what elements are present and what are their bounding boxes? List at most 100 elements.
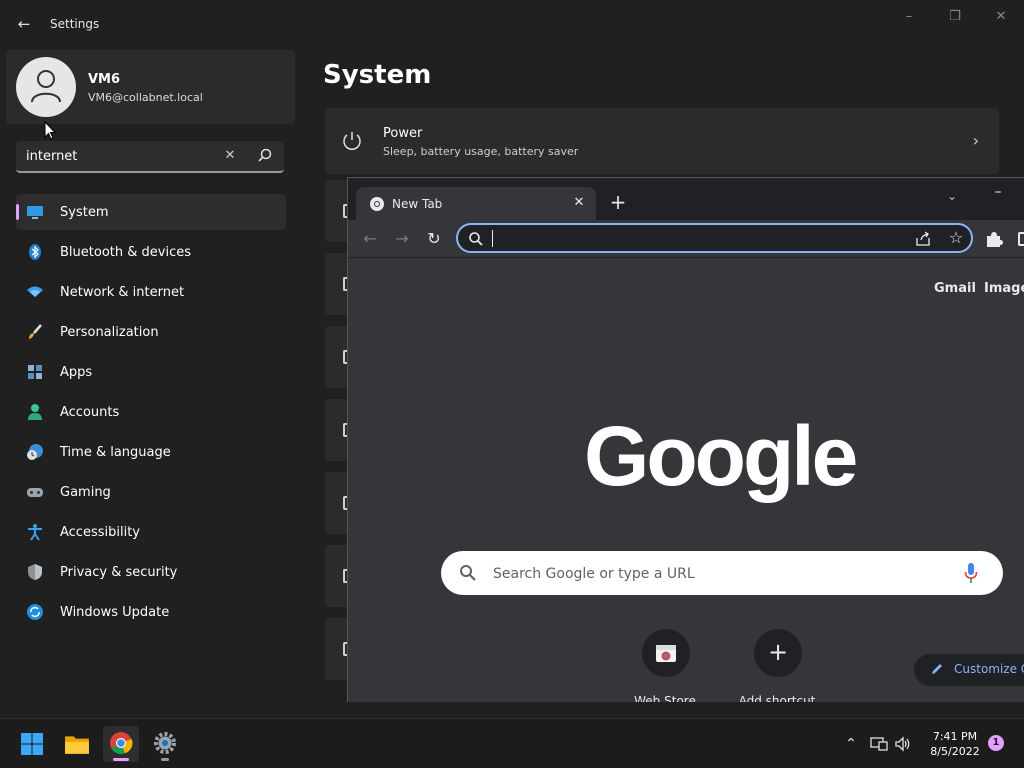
apps-icon <box>28 365 42 379</box>
running-indicator <box>113 758 129 761</box>
settings-search-input[interactable]: internet ✕ <box>16 141 284 173</box>
nav-item-system[interactable]: System <box>16 194 286 230</box>
chrome-taskbar-button[interactable] <box>103 726 139 762</box>
side-panel-icon[interactable] <box>1018 232 1024 246</box>
nav-item-windows-update[interactable]: Windows Update <box>16 594 286 630</box>
running-indicator <box>161 758 169 761</box>
bookmark-star-icon[interactable]: ☆ <box>946 228 966 248</box>
new-tab-plus-icon[interactable]: + <box>606 191 630 215</box>
nav-item-personalization[interactable]: Personalization <box>16 314 286 350</box>
plus-icon: + <box>767 638 789 666</box>
minimize-icon[interactable]: – <box>986 182 1010 202</box>
reload-icon[interactable]: ↻ <box>422 227 446 251</box>
nav-item-time-language[interactable]: Time & language <box>16 434 286 470</box>
app-title: Settings <box>50 17 100 31</box>
nav-label: Apps <box>60 365 93 380</box>
file-explorer-button[interactable] <box>59 726 95 762</box>
address-bar[interactable]: ☆ <box>456 223 973 253</box>
restore-icon[interactable]: ❐ <box>943 8 967 26</box>
tab-strip: New Tab ✕ + ⌄ – <box>348 178 1024 220</box>
tab-title: New Tab <box>392 197 443 211</box>
update-icon <box>27 604 43 620</box>
power-card[interactable]: Power Sleep, battery usage, battery save… <box>325 108 999 174</box>
back-arrow-icon[interactable]: ← <box>14 14 34 34</box>
minimize-icon[interactable]: – <box>897 8 921 26</box>
nav-label: Privacy & security <box>60 565 178 580</box>
shortcut-circle <box>642 629 690 677</box>
nav-label: Network & internet <box>60 285 185 300</box>
monitor-icon <box>27 206 43 219</box>
text-caret <box>492 230 493 247</box>
card-subtitle: Sleep, battery usage, battery saver <box>383 145 579 158</box>
profile-name: VM6 <box>88 72 121 87</box>
start-button[interactable] <box>14 726 50 762</box>
active-indicator <box>16 204 19 220</box>
shortcut-circle: + <box>754 629 802 677</box>
nav-label: Gaming <box>60 485 111 500</box>
share-icon[interactable] <box>914 230 932 248</box>
back-arrow-icon[interactable]: ← <box>358 227 382 251</box>
nav-item-network[interactable]: Network & internet <box>16 274 286 310</box>
settings-nav: System Bluetooth & devices Network & int… <box>16 194 286 634</box>
gamepad-icon <box>27 488 43 497</box>
nav-item-bluetooth[interactable]: Bluetooth & devices <box>16 234 286 270</box>
accessibility-icon <box>28 524 42 541</box>
network-icon[interactable] <box>870 735 888 753</box>
tab-close-icon[interactable]: ✕ <box>570 194 588 212</box>
avatar <box>16 57 76 117</box>
chevron-right-icon: › <box>972 131 979 150</box>
close-icon[interactable]: ✕ <box>989 8 1013 26</box>
forward-arrow-icon[interactable]: → <box>390 227 414 251</box>
nav-item-accounts[interactable]: Accounts <box>16 394 286 430</box>
person-icon <box>28 404 42 420</box>
web-store-icon <box>656 645 676 662</box>
customize-label: Customize Chrome <box>954 662 1024 676</box>
gmail-link[interactable]: Gmail <box>934 281 976 296</box>
search-icon[interactable] <box>256 147 274 165</box>
person-outline-icon <box>31 70 61 103</box>
shortcut-label: Add shortcut <box>738 694 816 702</box>
customize-chrome-button[interactable]: Customize Chrome <box>914 654 1024 686</box>
profile-email: VM6@collabnet.local <box>88 91 203 104</box>
settings-gear-icon <box>154 732 176 754</box>
tab-search-chevron-icon[interactable]: ⌄ <box>942 186 962 206</box>
address-input[interactable] <box>490 229 890 247</box>
chevron-up-icon[interactable]: ⌃ <box>842 735 860 753</box>
google-search-input[interactable] <box>493 564 933 584</box>
nav-label: Accessibility <box>60 525 140 540</box>
wifi-icon <box>27 286 43 297</box>
nav-label: Personalization <box>60 325 159 340</box>
images-link[interactable]: Images <box>984 281 1024 296</box>
clear-icon[interactable]: ✕ <box>221 147 239 165</box>
chrome-window: New Tab ✕ + ⌄ – ← → ↻ ☆ Gmail Imag Googl… <box>347 177 1024 702</box>
shortcut-label: Web Store <box>634 694 696 702</box>
system-clock[interactable]: 7:41 PM 8/5/2022 <box>920 729 990 759</box>
nav-item-gaming[interactable]: Gaming <box>16 474 286 510</box>
bluetooth-icon <box>29 244 41 260</box>
shield-icon <box>28 564 42 580</box>
chrome-favicon-icon <box>370 197 384 211</box>
google-logo: Google <box>584 409 858 503</box>
nav-label: Windows Update <box>60 605 170 620</box>
pencil-icon <box>932 664 942 674</box>
shortcut-add[interactable]: + Add shortcut <box>732 629 822 702</box>
nav-item-privacy-security[interactable]: Privacy & security <box>16 554 286 590</box>
nav-item-apps[interactable]: Apps <box>16 354 286 390</box>
user-profile[interactable]: VM6 VM6@collabnet.local <box>6 50 295 124</box>
microphone-icon[interactable] <box>964 562 978 584</box>
extensions-puzzle-icon[interactable] <box>984 229 1004 249</box>
settings-taskbar-button[interactable] <box>147 726 183 762</box>
tab-new-tab[interactable]: New Tab ✕ <box>356 187 596 220</box>
search-value: internet <box>26 149 78 164</box>
nav-item-accessibility[interactable]: Accessibility <box>16 514 286 550</box>
nav-label: System <box>60 205 109 220</box>
volume-icon[interactable] <box>894 735 912 753</box>
card-title: Power <box>383 126 423 141</box>
shortcut-web-store[interactable]: Web Store <box>620 629 710 702</box>
clock-globe-icon <box>27 444 43 460</box>
nav-label: Time & language <box>60 445 171 460</box>
file-explorer-icon <box>65 736 89 754</box>
notification-badge[interactable]: 1 <box>988 735 1004 751</box>
chrome-toolbar: ← → ↻ ☆ <box>348 220 1024 258</box>
google-search-box[interactable] <box>441 551 1003 595</box>
